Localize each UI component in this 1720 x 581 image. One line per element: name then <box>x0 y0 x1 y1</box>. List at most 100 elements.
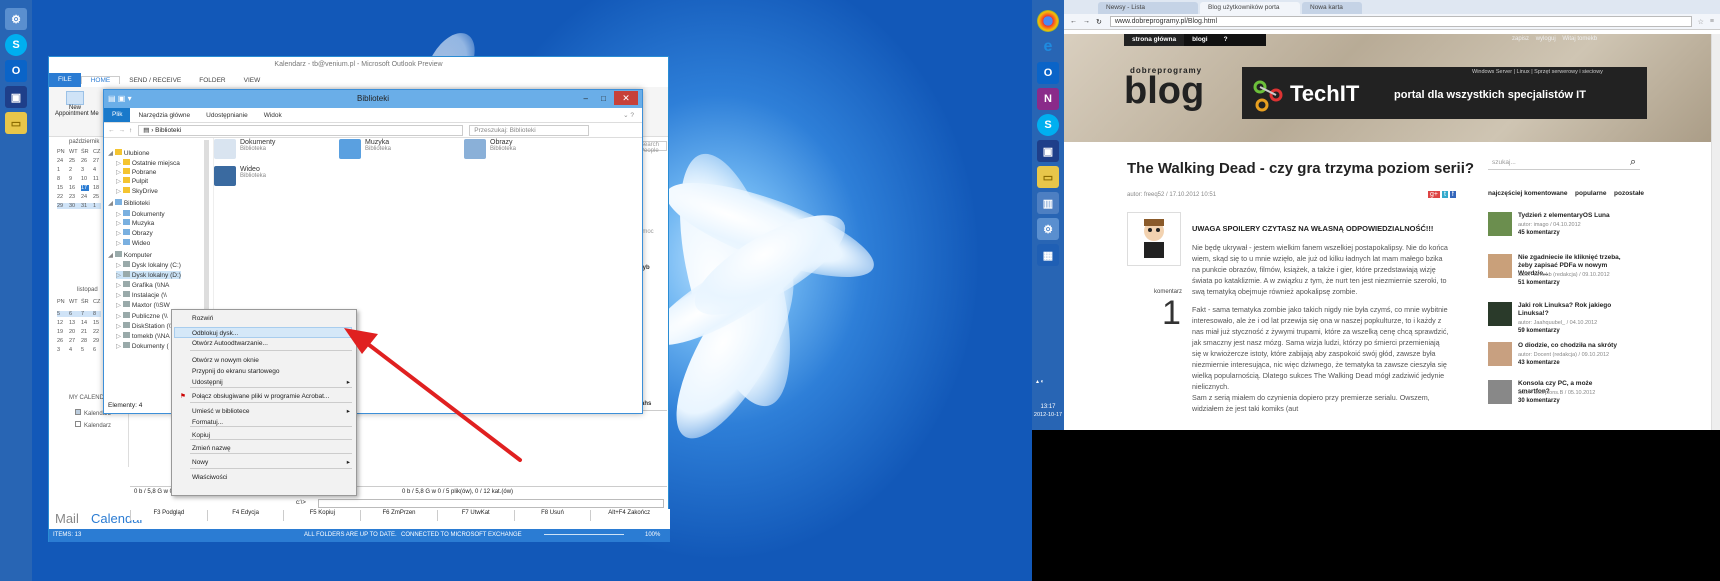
tab-view[interactable]: VIEW <box>235 77 270 84</box>
calendar-day[interactable]: 2 <box>69 167 77 173</box>
function-key-button[interactable]: F3 Podgląd <box>130 510 207 521</box>
calendar-day[interactable]: 8 <box>93 311 101 317</box>
calendar-item-2[interactable]: Kalendarz <box>75 421 111 429</box>
explorer-search-input[interactable]: Przeszukaj: Biblioteki <box>469 124 590 136</box>
context-menu-item[interactable]: Otwórz w nowym oknie <box>192 355 352 366</box>
tree-item[interactable]: ◢ Biblioteki <box>108 199 150 207</box>
side-entry[interactable]: Konsola czy PC, a może smartfon? autor: S… <box>1488 380 1648 414</box>
context-menu-item[interactable]: Rozwiń <box>192 313 352 324</box>
network-icon[interactable]: ⚙ <box>5 8 27 30</box>
search-icon[interactable]: ⌕ <box>1630 156 1636 169</box>
calendar-day[interactable]: 28 <box>81 338 89 344</box>
tab-home[interactable]: HOME <box>80 76 121 84</box>
calendar-day[interactable]: 7 <box>81 311 89 317</box>
article-title[interactable]: The Walking Dead - czy gra trzyma poziom… <box>1127 160 1474 177</box>
comments-count[interactable]: 1 <box>1162 294 1181 333</box>
calendar-day[interactable]: 6 <box>69 311 77 317</box>
calendar-day[interactable]: 31 <box>81 203 89 209</box>
tree-item[interactable]: ▷ Dokumenty ( <box>116 342 169 350</box>
library-item[interactable]: Wideo Biblioteka <box>214 166 266 186</box>
calendar-day[interactable]: 16 <box>69 185 77 191</box>
star-icon[interactable]: ☆ <box>1698 18 1704 26</box>
calendar-day[interactable]: 30 <box>69 203 77 209</box>
side-thumbnail[interactable] <box>1488 342 1512 366</box>
side-tab-other[interactable]: pozostałe <box>1614 190 1644 197</box>
library-item[interactable]: Dokumenty Biblioteka <box>214 139 275 159</box>
calendar-day[interactable]: 21 <box>81 329 89 335</box>
calendar-day[interactable]: 22 <box>57 194 65 200</box>
calendar-day[interactable]: 6 <box>93 347 101 353</box>
function-key-button[interactable]: F5 Kopiuj <box>283 510 360 521</box>
context-menu-item[interactable]: Nowy ▸ <box>192 457 352 468</box>
tab-widok[interactable]: Widok <box>256 112 290 119</box>
calendar-day[interactable]: 15 <box>57 185 65 191</box>
calendar-grid-oct[interactable]: PN WT ŚR CZ 24 25 26 27 1 2 3 4 8 9 10 11 15 16 17 18 22 23 24… <box>57 149 101 212</box>
tree-item[interactable]: ▷ Pulpit <box>116 177 148 185</box>
library-item[interactable]: Obrazy Biblioteka <box>464 139 516 159</box>
side-entry[interactable]: Nie zgadniecie ile kliknięć trzeba, żeby… <box>1488 254 1648 288</box>
context-menu-item[interactable]: Przypnij do ekranu startowego <box>192 366 352 377</box>
calendar-day[interactable]: 12 <box>57 320 65 326</box>
function-key-button[interactable]: F7 UtwKat <box>436 510 514 521</box>
side-tab-comments[interactable]: najczęściej komentowane <box>1488 190 1567 197</box>
tab-plik[interactable]: Plik <box>104 108 131 122</box>
tree-item[interactable]: ▷ Grafika (\\NA <box>116 281 169 289</box>
expand-ribbon-icon[interactable]: ⌄ ? <box>615 111 642 119</box>
tab-folder[interactable]: FOLDER <box>190 77 234 84</box>
author-avatar[interactable] <box>1127 212 1181 266</box>
tree-item[interactable]: ◢ Komputer <box>108 251 152 259</box>
context-menu-item[interactable]: Odblokuj dysk... <box>174 327 352 338</box>
header-link[interactable]: Witaj tomekb <box>1562 36 1597 42</box>
new-appointment-button[interactable] <box>66 91 84 105</box>
calendar-day[interactable]: 1 <box>57 167 65 173</box>
url-bar[interactable]: www.dobreprogramy.pl/Blog.html <box>1109 16 1692 27</box>
ad-banner[interactable]: Windows Server | Linux | Sprzęt serwerow… <box>1242 67 1647 119</box>
side-thumbnail[interactable] <box>1488 254 1512 278</box>
calendar-day[interactable]: 26 <box>57 338 65 344</box>
calendar-day[interactable]: 27 <box>93 158 101 164</box>
book-icon[interactable]: ▥ <box>1037 192 1059 214</box>
outlook-icon[interactable]: O <box>1037 62 1059 84</box>
up-icon[interactable]: ↑ <box>129 127 132 134</box>
calendar-day[interactable]: 18 <box>93 185 101 191</box>
nav-help[interactable]: ? <box>1216 34 1236 46</box>
back-icon[interactable]: ← <box>1070 18 1077 25</box>
tree-item[interactable]: ▷ Dysk lokalny (C:) <box>116 261 181 269</box>
save-icon[interactable]: ▣ <box>5 86 27 108</box>
tab-blog[interactable]: Blog użytkowników porta <box>1200 2 1300 14</box>
function-key-button[interactable]: F6 ZmPrzen <box>360 510 437 521</box>
reload-icon[interactable]: ↻ <box>1096 18 1102 26</box>
menu-icon[interactable]: ≡ <box>1710 18 1714 25</box>
calendar-day[interactable]: 13 <box>69 320 77 326</box>
side-thumbnail[interactable] <box>1488 302 1512 326</box>
tc-command-line[interactable] <box>318 499 664 508</box>
calendar-grid-nov[interactable]: PN WT ŚR CZ 5 6 7 8 12 13 14 15 19 20 21 22 26 27 28 29 3 4 5 6 <box>57 299 101 356</box>
tab-udostepnianie[interactable]: Udostępnianie <box>198 112 256 119</box>
context-menu-item[interactable]: ⚑ Połącz obsługiwane pliki w programie Ac… <box>180 391 352 402</box>
calendar-day[interactable]: 3 <box>57 347 65 353</box>
tree-item[interactable]: ▷ Obrazy <box>116 229 153 237</box>
calendar-day[interactable]: 3 <box>81 167 89 173</box>
calendar-day[interactable]: 25 <box>69 158 77 164</box>
calendar-day[interactable]: 24 <box>57 158 65 164</box>
tab-newsy[interactable]: Newsy - Lista <box>1098 2 1198 14</box>
tab-send-receive[interactable]: SEND / RECEIVE <box>120 77 190 84</box>
outlook-icon[interactable]: O <box>5 60 27 82</box>
side-entry[interactable]: Jaki rok Linuksa? Rok jakiego Linuksa!? a… <box>1488 302 1648 336</box>
maximize-icon[interactable]: □ <box>601 90 606 108</box>
context-menu-item[interactable]: Formatuj... <box>192 417 352 428</box>
function-key-button[interactable]: F8 Usuń <box>513 510 591 521</box>
tree-item[interactable]: ▷ tomekb (\\NA <box>116 332 170 340</box>
tray-icons[interactable]: ▴ ◐ <box>1036 378 1044 385</box>
function-key-button[interactable]: Alt+F4 Zakończ <box>590 510 667 521</box>
clock-time[interactable]: 13:17 <box>1032 404 1064 410</box>
onenote-icon[interactable]: N <box>1037 88 1059 110</box>
tree-item[interactable]: ▷ Ostatnie miejsca <box>116 159 180 167</box>
calendar-day[interactable]: 29 <box>57 203 65 209</box>
calendar-day[interactable]: 11 <box>93 176 101 182</box>
context-menu-item[interactable]: Zmień nazwę <box>192 443 352 454</box>
tab-narzedzia[interactable]: Narzędzia główne <box>130 112 198 119</box>
logo-blog[interactable]: blog <box>1124 70 1204 113</box>
calendar-day[interactable]: 20 <box>69 329 77 335</box>
side-entry[interactable]: Tydzień z elementaryOS Luna autor: imago … <box>1488 212 1648 246</box>
